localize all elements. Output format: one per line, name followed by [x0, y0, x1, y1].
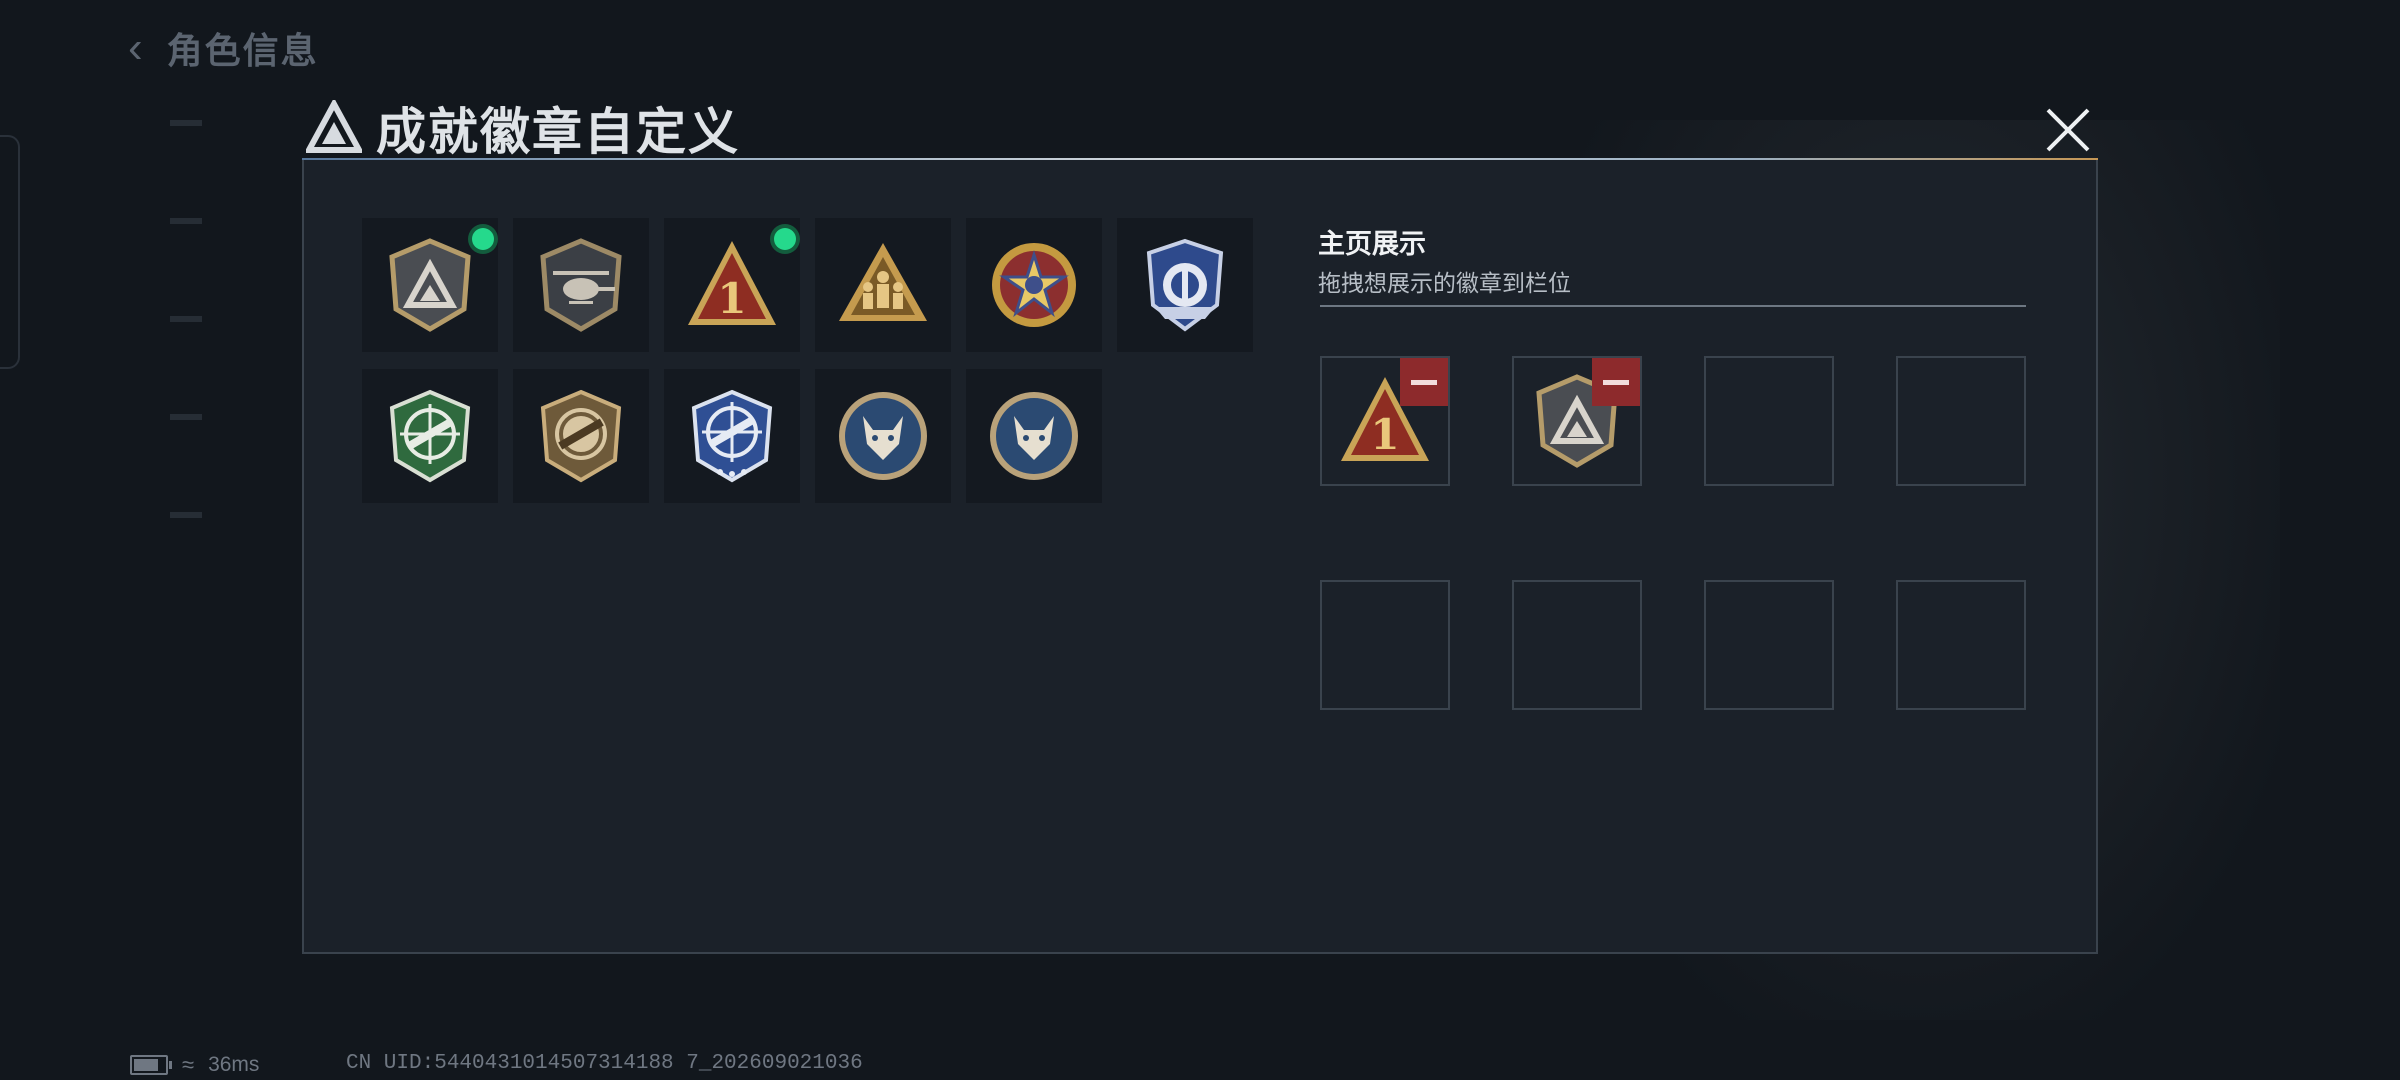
status-bar: ≈ 36ms — [130, 1052, 259, 1078]
badge-cell[interactable] — [966, 218, 1102, 352]
achievement-logo-icon — [306, 100, 362, 153]
minus-icon — [1603, 379, 1629, 385]
badge-cell[interactable] — [664, 369, 800, 503]
badge-cell[interactable] — [513, 369, 649, 503]
blue-rifle-crosshair-icon — [691, 389, 773, 483]
badge-cell[interactable] — [966, 369, 1102, 503]
close-icon — [2046, 108, 2090, 152]
remove-badge-button[interactable] — [1592, 358, 1640, 406]
badge-cell[interactable] — [1117, 218, 1253, 352]
svg-text:1: 1 — [1370, 410, 1399, 459]
empty-showcase-slot[interactable] — [1320, 580, 1450, 710]
badge-cell[interactable]: 1 — [664, 218, 800, 352]
gold-star-medal-icon — [992, 243, 1076, 327]
new-indicator-dot — [774, 228, 796, 250]
empty-showcase-slot[interactable] — [1896, 356, 2026, 486]
blue-police-shield-icon — [1146, 238, 1224, 332]
empty-showcase-slot[interactable] — [1704, 356, 1834, 486]
background-header: ‹ 角色信息 — [128, 22, 319, 74]
bronze-rifle-crosshair-icon — [540, 389, 622, 483]
soldiers-triangle-icon — [839, 243, 927, 321]
wolf-round-badge-icon — [839, 392, 927, 480]
background-nav — [170, 120, 230, 610]
badge-cell[interactable] — [513, 218, 649, 352]
grey-shield-emblem-icon — [389, 238, 471, 332]
showcase-subtitle: 拖拽想展示的徽章到栏位 — [1318, 270, 1571, 296]
rank-one-triangle-icon: 1 — [688, 241, 776, 325]
showcase-title: 主页展示 — [1318, 229, 1426, 259]
showcase-slot[interactable]: 1 — [1320, 356, 1450, 486]
badge-cell[interactable] — [815, 218, 951, 352]
badge-cell[interactable] — [815, 369, 951, 503]
wolf-round-badge-icon — [990, 392, 1078, 480]
background-page-title: 角色信息 — [166, 30, 319, 71]
modal-title: 成就徽章自定义 — [376, 104, 740, 160]
wifi-icon: ≈ — [182, 1052, 195, 1077]
showcase-divider — [1320, 305, 2026, 307]
close-button[interactable] — [2040, 102, 2096, 158]
uid-text: CN UID:5440431014507314188 7_20260902103… — [346, 1052, 863, 1075]
helicopter-shield-icon — [540, 238, 622, 332]
latency-text: 36ms — [208, 1053, 260, 1076]
new-indicator-dot — [472, 228, 494, 250]
remove-badge-button[interactable] — [1400, 358, 1448, 406]
svg-text:1: 1 — [717, 274, 746, 323]
empty-showcase-slot[interactable] — [1704, 580, 1834, 710]
showcase-slot[interactable] — [1512, 356, 1642, 486]
minus-icon — [1411, 379, 1437, 385]
badge-cell[interactable] — [362, 218, 498, 352]
back-chevron-icon: ‹ — [128, 23, 143, 72]
modal-header: 成就徽章自定义 — [306, 92, 740, 164]
empty-showcase-slot[interactable] — [1896, 580, 2026, 710]
green-rifle-crosshair-icon — [389, 389, 471, 483]
battery-icon — [130, 1055, 172, 1075]
background-side-tab — [0, 135, 20, 369]
empty-showcase-slot[interactable] — [1512, 580, 1642, 710]
badge-cell[interactable] — [362, 369, 498, 503]
